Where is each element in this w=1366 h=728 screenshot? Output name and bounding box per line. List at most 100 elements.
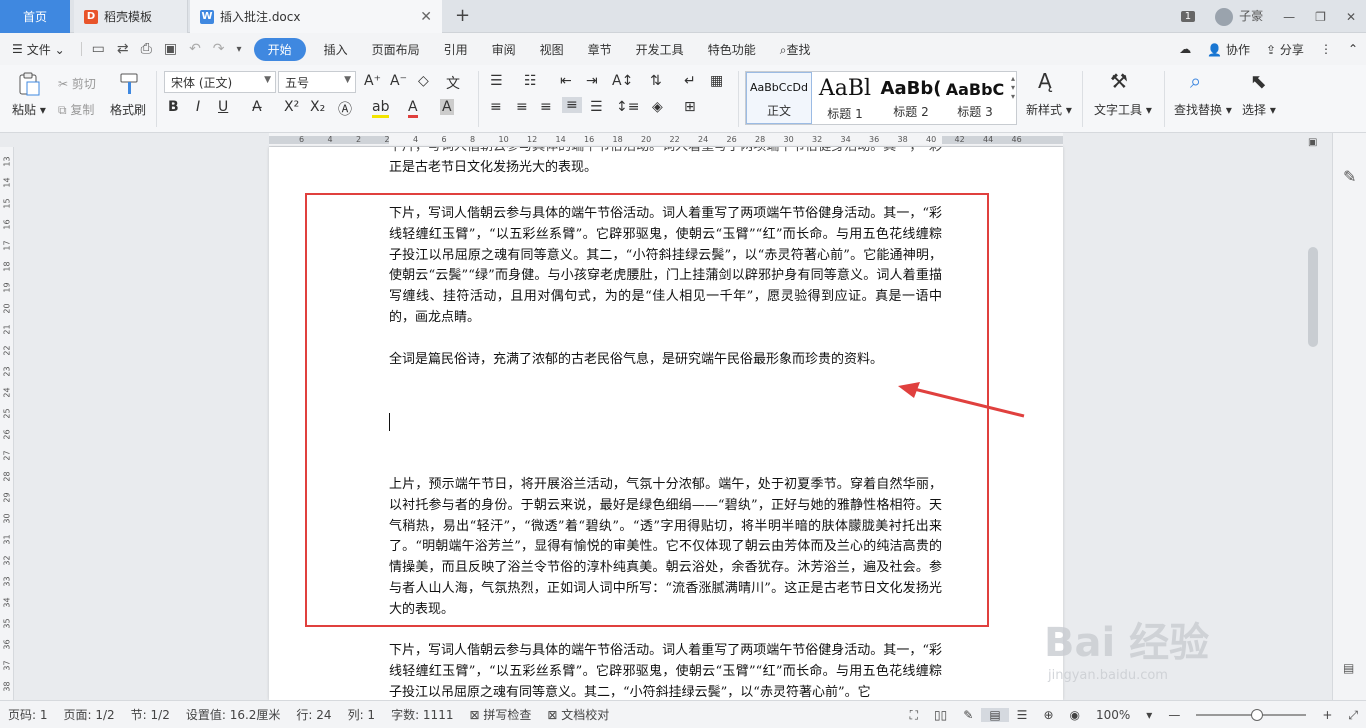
char-shading-icon[interactable]: A bbox=[440, 99, 454, 115]
paste-icon[interactable] bbox=[16, 71, 42, 97]
new-tab-button[interactable]: + bbox=[455, 5, 470, 26]
scrollbar-thumb[interactable] bbox=[1308, 247, 1318, 347]
close-window-icon[interactable]: ✕ bbox=[1346, 10, 1356, 24]
zoom-dropdown-icon[interactable]: ▾ bbox=[1138, 708, 1160, 722]
align-left-icon[interactable]: ≡ bbox=[490, 99, 502, 115]
tab-developer-tools[interactable]: 开发工具 bbox=[624, 41, 696, 58]
tab-start[interactable]: 开始 bbox=[253, 37, 306, 61]
window-count-badge[interactable]: 1 bbox=[1180, 11, 1196, 22]
increase-indent-icon[interactable]: ⇥ bbox=[586, 73, 598, 89]
tab-insert[interactable]: 插入 bbox=[312, 41, 360, 58]
select-cursor-icon[interactable]: ⬉ bbox=[1250, 69, 1267, 93]
status-section[interactable]: 节: 1/2 bbox=[123, 706, 178, 723]
underline-icon[interactable]: U bbox=[218, 99, 228, 115]
status-pages[interactable]: 页面: 1/2 bbox=[56, 706, 123, 723]
shading-icon[interactable]: ◈ bbox=[652, 99, 663, 115]
collaborate-button[interactable]: 👤 协作 bbox=[1199, 41, 1258, 58]
text-effect-icon[interactable]: Ⓐ bbox=[338, 99, 352, 119]
bullet-list-icon[interactable]: ☰ bbox=[490, 73, 503, 89]
save-icon[interactable]: ▭ bbox=[86, 41, 111, 57]
font-size-select[interactable]: 五号 ▼ bbox=[278, 71, 356, 93]
toolbox-icon[interactable]: ▤ bbox=[1343, 661, 1354, 675]
tab-page-layout[interactable]: 页面布局 bbox=[360, 41, 432, 58]
numbered-list-icon[interactable]: ☷ bbox=[524, 73, 537, 89]
status-setting[interactable]: 设置值: 16.2厘米 bbox=[178, 706, 289, 723]
justify-icon[interactable]: ≡ bbox=[562, 97, 582, 113]
sort-icon[interactable]: ⇅ bbox=[650, 73, 662, 89]
highlight-icon[interactable]: ab bbox=[372, 99, 390, 118]
font-color-icon[interactable]: A bbox=[408, 99, 418, 118]
share-button[interactable]: ⇪ 分享 bbox=[1258, 41, 1312, 58]
status-page[interactable]: 页码: 1 bbox=[0, 706, 56, 723]
status-col[interactable]: 列: 1 bbox=[340, 706, 384, 723]
superscript-icon[interactable]: X² bbox=[284, 99, 299, 115]
bold-icon[interactable]: B bbox=[168, 99, 179, 115]
tab-home[interactable]: 首页 bbox=[0, 0, 70, 33]
web-view-icon[interactable]: ⊕ bbox=[1035, 708, 1061, 722]
tab-view[interactable]: 视图 bbox=[528, 41, 576, 58]
tab-review[interactable]: 审阅 bbox=[480, 41, 528, 58]
status-words[interactable]: 字数: 1111 bbox=[383, 706, 461, 723]
file-menu[interactable]: 文件 ⌄ bbox=[27, 41, 77, 58]
find-replace-icon[interactable]: ⌕ bbox=[1190, 69, 1201, 93]
write-mode-icon[interactable]: ✎ bbox=[955, 708, 981, 722]
text-tools-button[interactable]: 文字工具 ▾ bbox=[1094, 101, 1152, 118]
spell-check-button[interactable]: ⊠ 拼写检查 bbox=[461, 706, 539, 723]
user-account[interactable]: 子豪 bbox=[1215, 7, 1263, 26]
style-heading-2[interactable]: AaBb( 标题 2 bbox=[878, 72, 944, 124]
eye-protection-icon[interactable]: ◉ bbox=[1062, 708, 1088, 722]
print-preview-icon[interactable]: ▣ bbox=[158, 41, 183, 57]
tab-daoke-templates[interactable]: D 稻壳模板 bbox=[74, 0, 188, 33]
cut-button[interactable]: ✂ 剪切 bbox=[58, 75, 96, 92]
italic-icon[interactable]: I bbox=[196, 99, 200, 115]
borders-icon[interactable]: ⊞ bbox=[684, 99, 696, 115]
show-marks-icon[interactable]: ↵ bbox=[684, 73, 696, 89]
tab-special-features[interactable]: 特色功能 bbox=[696, 41, 768, 58]
tab-document[interactable]: W 插入批注.docx ✕ bbox=[190, 0, 442, 33]
paragraph-2[interactable]: 全词是篇民俗诗，充满了浓郁的古老民俗气息，是研究端午民俗最形象而珍贵的资料。 bbox=[389, 350, 942, 371]
format-painter-button[interactable]: 格式刷 bbox=[110, 101, 146, 118]
hamburger-menu-icon[interactable]: ☰ bbox=[0, 42, 27, 56]
proofread-button[interactable]: ⊠ 文档校对 bbox=[539, 706, 617, 723]
paragraph-3[interactable]: 上片，预示端午节日，将开展浴兰活动，气氛十分浓郁。端午，处于初夏季节。穿着自然华… bbox=[389, 475, 942, 621]
redo-icon[interactable]: ↷ bbox=[207, 41, 231, 57]
read-mode-icon[interactable]: ▯▯ bbox=[926, 708, 955, 722]
align-right-icon[interactable]: ≡ bbox=[540, 99, 552, 115]
horizontal-ruler[interactable]: 6 4 2 2 4 6 8 10 12 14 16 18 20 22 24 26 28 30 32 34 36 38 40 4… bbox=[269, 133, 1063, 147]
undo-icon[interactable]: ↶ bbox=[183, 41, 207, 57]
paste-button[interactable]: 粘贴 ▾ bbox=[12, 101, 46, 118]
line-spacing-icon[interactable]: ↕≡ bbox=[616, 99, 639, 115]
text-direction-icon[interactable]: A↕ bbox=[612, 73, 633, 89]
gallery-scroll-icon[interactable]: ▴ ▾ ▾ bbox=[1011, 74, 1015, 101]
font-family-select[interactable]: 宋体 (正文) ▼ bbox=[164, 71, 276, 93]
vertical-ruler[interactable]: 13 14 15 16 17 18 19 20 21 22 23 24 25 26 27 28 29 30 31 32… bbox=[0, 147, 14, 700]
zoom-level[interactable]: 100% bbox=[1088, 708, 1138, 722]
paragraph-fragment[interactable]: 下片，写词人偕朝云参与具体的端午节俗活动。词人着重写了两项端午节俗健身活动。其一… bbox=[389, 147, 942, 179]
document-page[interactable]: 下片，写词人偕朝云参与具体的端午节俗活动。词人着重写了两项端午节俗健身活动。其一… bbox=[269, 147, 1063, 700]
paragraph-4[interactable]: 下片，写词人偕朝云参与具体的端午节俗活动。词人着重写了两项端午节俗健身活动。其一… bbox=[389, 641, 942, 700]
page-view-icon[interactable]: ▤ bbox=[981, 708, 1009, 722]
pen-icon[interactable]: ✎ bbox=[1343, 167, 1356, 186]
paragraph-1[interactable]: 下片，写词人偕朝云参与具体的端午节俗活动。词人着重写了两项端午节俗健身活动。其一… bbox=[389, 204, 942, 329]
search-command[interactable]: ⌕查找 bbox=[768, 41, 823, 58]
phonetic-guide-icon[interactable]: 文 bbox=[446, 73, 460, 93]
fullscreen-icon[interactable]: ⛶ bbox=[902, 708, 926, 723]
new-style-button[interactable]: 新样式 ▾ bbox=[1026, 101, 1072, 118]
decrease-font-icon[interactable]: A⁻ bbox=[390, 73, 407, 89]
align-center-icon[interactable]: ≡ bbox=[516, 99, 528, 115]
subscript-icon[interactable]: X₂ bbox=[310, 99, 325, 115]
cloud-sync-icon[interactable]: ☁ bbox=[1171, 42, 1199, 56]
chevron-down-icon[interactable]: ▾ bbox=[231, 44, 248, 55]
distributed-icon[interactable]: ☰ bbox=[590, 99, 603, 115]
new-style-icon[interactable]: Ą bbox=[1038, 69, 1052, 93]
style-heading-1[interactable]: AaBl 标题 1 bbox=[812, 72, 878, 124]
format-painter-icon[interactable] bbox=[117, 71, 143, 97]
close-tab-icon[interactable]: ✕ bbox=[420, 9, 432, 25]
view-toggle-icon[interactable]: ▣ bbox=[1308, 137, 1317, 148]
zoom-in-icon[interactable]: + bbox=[1314, 708, 1340, 722]
clear-format-icon[interactable]: ◇ bbox=[418, 73, 429, 89]
select-button[interactable]: 选择 ▾ bbox=[1242, 101, 1276, 118]
collapse-ribbon-icon[interactable]: ⌃ bbox=[1340, 42, 1366, 56]
decrease-indent-icon[interactable]: ⇤ bbox=[560, 73, 572, 89]
export-icon[interactable]: ⇄ bbox=[111, 41, 135, 57]
